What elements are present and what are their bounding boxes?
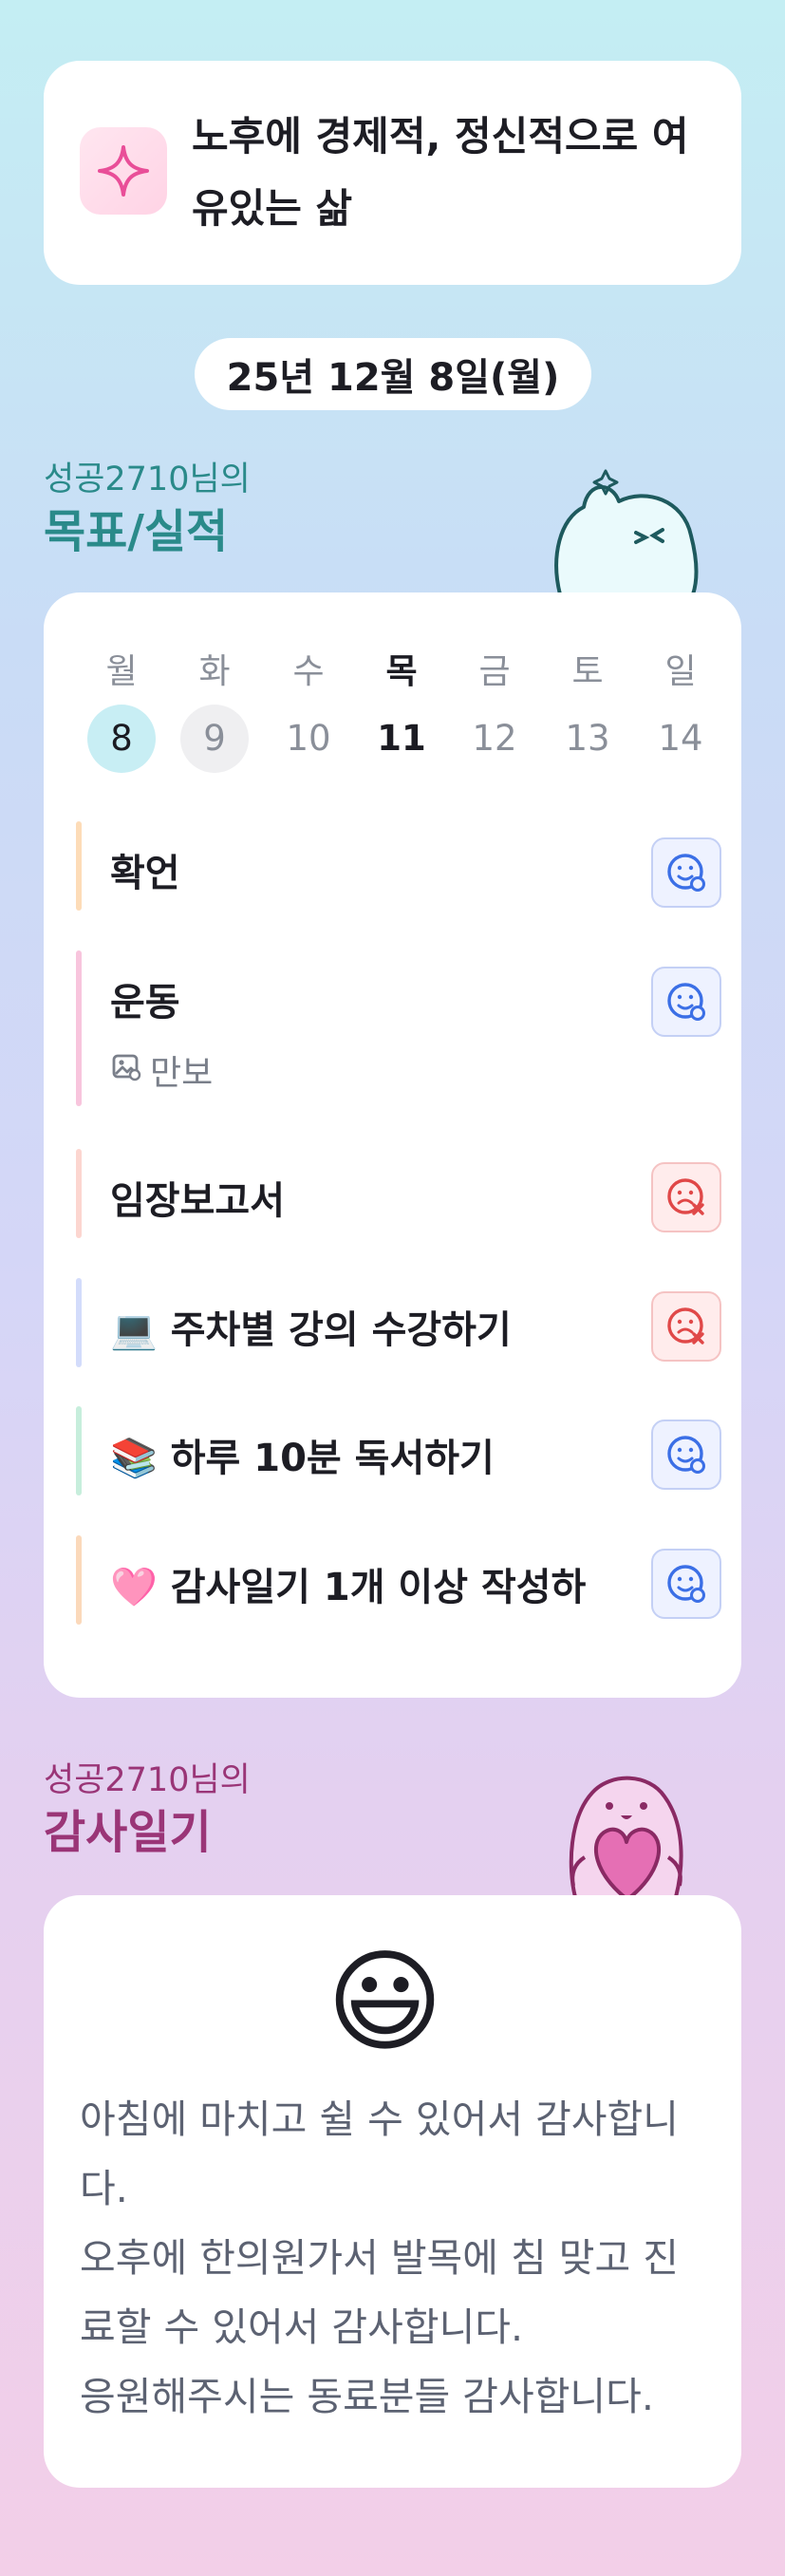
- goal-title: 운동: [110, 981, 180, 1025]
- goal-color-bar: [76, 1149, 82, 1238]
- goal-color-bar: [76, 1535, 82, 1625]
- date-selector[interactable]: 25년 12월 8일(월): [195, 338, 591, 410]
- goal-title: 📚 하루 10분 독서하기: [110, 1437, 495, 1480]
- goal-subtask: 만보: [110, 1045, 213, 1095]
- status-done-icon[interactable]: [651, 1549, 721, 1619]
- mood-emoji: 😃: [327, 1936, 444, 2067]
- goal-row[interactable]: 확언: [76, 821, 721, 911]
- status-done-icon[interactable]: [651, 837, 721, 908]
- day-number[interactable]: 13: [553, 705, 622, 773]
- day-number[interactable]: 8: [87, 705, 156, 773]
- goal-row[interactable]: 🩷 감사일기 1개 이상 작성하: [76, 1535, 721, 1625]
- goal-title: 💻 주차별 강의 수강하기: [110, 1308, 512, 1352]
- sparkle-icon: [80, 127, 167, 215]
- status-missed-icon[interactable]: [651, 1291, 721, 1362]
- goal-row[interactable]: 💻 주차별 강의 수강하기: [76, 1278, 721, 1367]
- day-label: 목: [385, 652, 418, 691]
- diary-text: 아침에 마치고 쉴 수 있어서 감사합니다. 오후에 한의원가서 발목에 침 맞…: [80, 2097, 679, 2419]
- status-missed-icon[interactable]: [651, 1162, 721, 1232]
- goal-row[interactable]: 운동만보: [76, 950, 721, 1106]
- status-done-icon[interactable]: [651, 967, 721, 1037]
- vision-text: 노후에 경제적, 정신적으로 여유있는 삶: [192, 113, 689, 232]
- goal-title: 확언: [110, 852, 180, 895]
- day-number[interactable]: 12: [460, 705, 529, 773]
- diary-section-title: 감사일기: [44, 1806, 212, 1859]
- day-label: 금: [478, 652, 511, 691]
- photo-icon: [110, 1050, 142, 1091]
- day-label: 토: [571, 652, 604, 691]
- day-label: 일: [664, 652, 697, 691]
- goal-row[interactable]: 임장보고서: [76, 1149, 721, 1238]
- day-label: 수: [292, 652, 325, 691]
- mascot-illustration: [554, 469, 699, 594]
- goal-color-bar: [76, 1406, 82, 1495]
- goal-title: 🩷 감사일기 1개 이상 작성하: [110, 1566, 587, 1609]
- diary-card[interactable]: 😃 아침에 마치고 쉴 수 있어서 감사합니다. 오후에 한의원가서 발목에 침…: [44, 1895, 741, 2488]
- day-label: 월: [105, 652, 138, 691]
- day-label: 화: [198, 652, 231, 691]
- goal-color-bar: [76, 821, 82, 911]
- vision-banner: 노후에 경제적, 정신적으로 여유있는 삶: [44, 61, 741, 285]
- goal-row[interactable]: 📚 하루 10분 독서하기: [76, 1406, 721, 1495]
- day-number[interactable]: 9: [180, 705, 249, 773]
- goal-subtask-label: 만보: [150, 1054, 214, 1093]
- goal-color-bar: [76, 950, 82, 1106]
- status-done-icon[interactable]: [651, 1420, 721, 1490]
- goals-section-title: 목표/실적: [44, 505, 229, 558]
- day-number[interactable]: 14: [646, 705, 715, 773]
- day-number[interactable]: 10: [274, 705, 343, 773]
- goal-color-bar: [76, 1278, 82, 1367]
- mascot-heart-illustration: [569, 1776, 683, 1897]
- goals-card: 월 8 화 9 수 10 목 11 금 12 토 13 일 14 확언운동만보임장보고서 💻 주차별 강의 …: [44, 592, 741, 1698]
- day-number[interactable]: 11: [367, 705, 436, 773]
- goal-title: 임장보고서: [110, 1179, 285, 1223]
